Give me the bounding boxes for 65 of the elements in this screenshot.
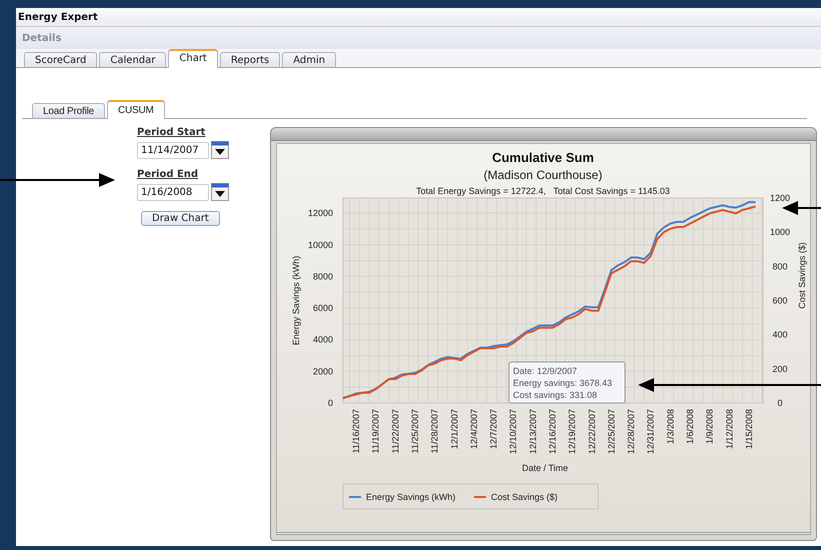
calendar-icon (211, 141, 229, 159)
y-axis-tick-label: 4000 (312, 334, 333, 345)
x-axis-tick-label: 11/22/2007 (390, 409, 400, 454)
calendar-button[interactable] (211, 183, 229, 201)
field-label: Period Start (137, 127, 206, 138)
x-axis-tick-label: 12/7/2007 (488, 409, 499, 450)
y-axis-tick-label: 1200 (770, 193, 790, 203)
x-axis-tick-label: 1/12/2008 (724, 409, 734, 450)
x-axis-tick-label: 11/28/2007 (430, 409, 440, 454)
chart-summary: Total Energy Savings = 12722.4, Total Cost Savings = 1145.03 (416, 186, 670, 196)
tooltip-text: Energy savings: 3678.43 (513, 378, 612, 388)
x-axis-tick-label: 1/6/2008 (684, 409, 695, 444)
x-axis-tick-label: 1/9/2008 (704, 409, 715, 444)
x-axis-tick-label: 1/3/2008 (665, 409, 676, 444)
y-axis-label: Cost Savings ($) (797, 242, 807, 309)
chart-title: Cumulative Sum (492, 150, 594, 165)
y-axis-tick-label: 6000 (312, 303, 333, 314)
x-axis-tick-label: 11/19/2007 (370, 409, 381, 454)
x-axis-tick-label: 11/16/2007 (351, 409, 362, 454)
tab[interactable]: Admin (282, 52, 336, 67)
date-field[interactable]: 11/14/2007 (137, 142, 209, 158)
y-axis-tick-label: 600 (772, 296, 788, 306)
x-axis-tick-label: 12/31/2007 (646, 409, 656, 454)
y-axis-tick-label: 1000 (770, 227, 790, 238)
date-field[interactable]: 1/16/2008 (137, 184, 209, 200)
y-axis-tick-label: 0 (328, 398, 333, 408)
x-axis-tick-label: 11/25/2007 (410, 409, 420, 454)
tab[interactable]: Chart (168, 49, 218, 68)
x-axis-tick-label: 12/16/2007 (548, 409, 558, 454)
calendar-button[interactable] (211, 141, 229, 159)
y-axis-tick-label: 200 (772, 364, 788, 374)
tab[interactable]: CUSUM (106, 100, 165, 119)
x-axis-tick-label: 12/28/2007 (626, 409, 636, 454)
x-axis-tick-label: 1/15/2008 (744, 409, 754, 450)
y-axis-tick-label: 0 (778, 398, 782, 408)
app-title: Energy Expert (18, 12, 98, 22)
x-axis-tick-label: 12/1/2007 (449, 409, 460, 450)
y-axis-tick-label: 800 (772, 261, 788, 272)
y-axis-tick-label: 400 (772, 330, 788, 340)
legend-label: Energy Savings (kWh) (366, 492, 456, 502)
y-axis-label: Energy Savings (kWh) (291, 256, 301, 346)
chart-subtitle: (Madison Courthouse) (484, 168, 602, 182)
pointer-arrow (782, 201, 821, 215)
tab[interactable]: Reports (220, 52, 280, 67)
tooltip-text: Cost savings: 331.08 (513, 390, 598, 400)
x-axis-tick-label: 12/13/2007 (528, 409, 538, 454)
field-label: Period End (137, 169, 198, 180)
x-axis-tick-label: 12/19/2007 (567, 409, 578, 454)
y-axis-tick-label: 10000 (308, 240, 333, 250)
section-title: Details (22, 32, 62, 44)
x-axis-tick-label: 12/25/2007 (606, 409, 616, 454)
tab[interactable]: Calendar (99, 52, 166, 67)
x-axis-label: Date / Time (522, 463, 568, 473)
tab[interactable]: Load Profile (32, 103, 105, 118)
tooltip-text: Date: 12/9/2007 (513, 366, 578, 376)
calendar-icon (211, 183, 229, 201)
draw-chart-button[interactable]: Draw Chart (141, 211, 220, 226)
y-axis-tick-label: 2000 (312, 366, 333, 376)
x-axis-tick-label: 12/10/2007 (508, 409, 518, 454)
x-axis-tick-label: 12/22/2007 (586, 409, 597, 454)
y-axis-tick-label: 8000 (312, 271, 333, 282)
x-axis-tick-label: 12/4/2007 (468, 409, 479, 450)
y-axis-tick-label: 12000 (308, 208, 333, 218)
tab[interactable]: ScoreCard (24, 52, 98, 67)
legend-label: Cost Savings ($) (491, 492, 558, 502)
